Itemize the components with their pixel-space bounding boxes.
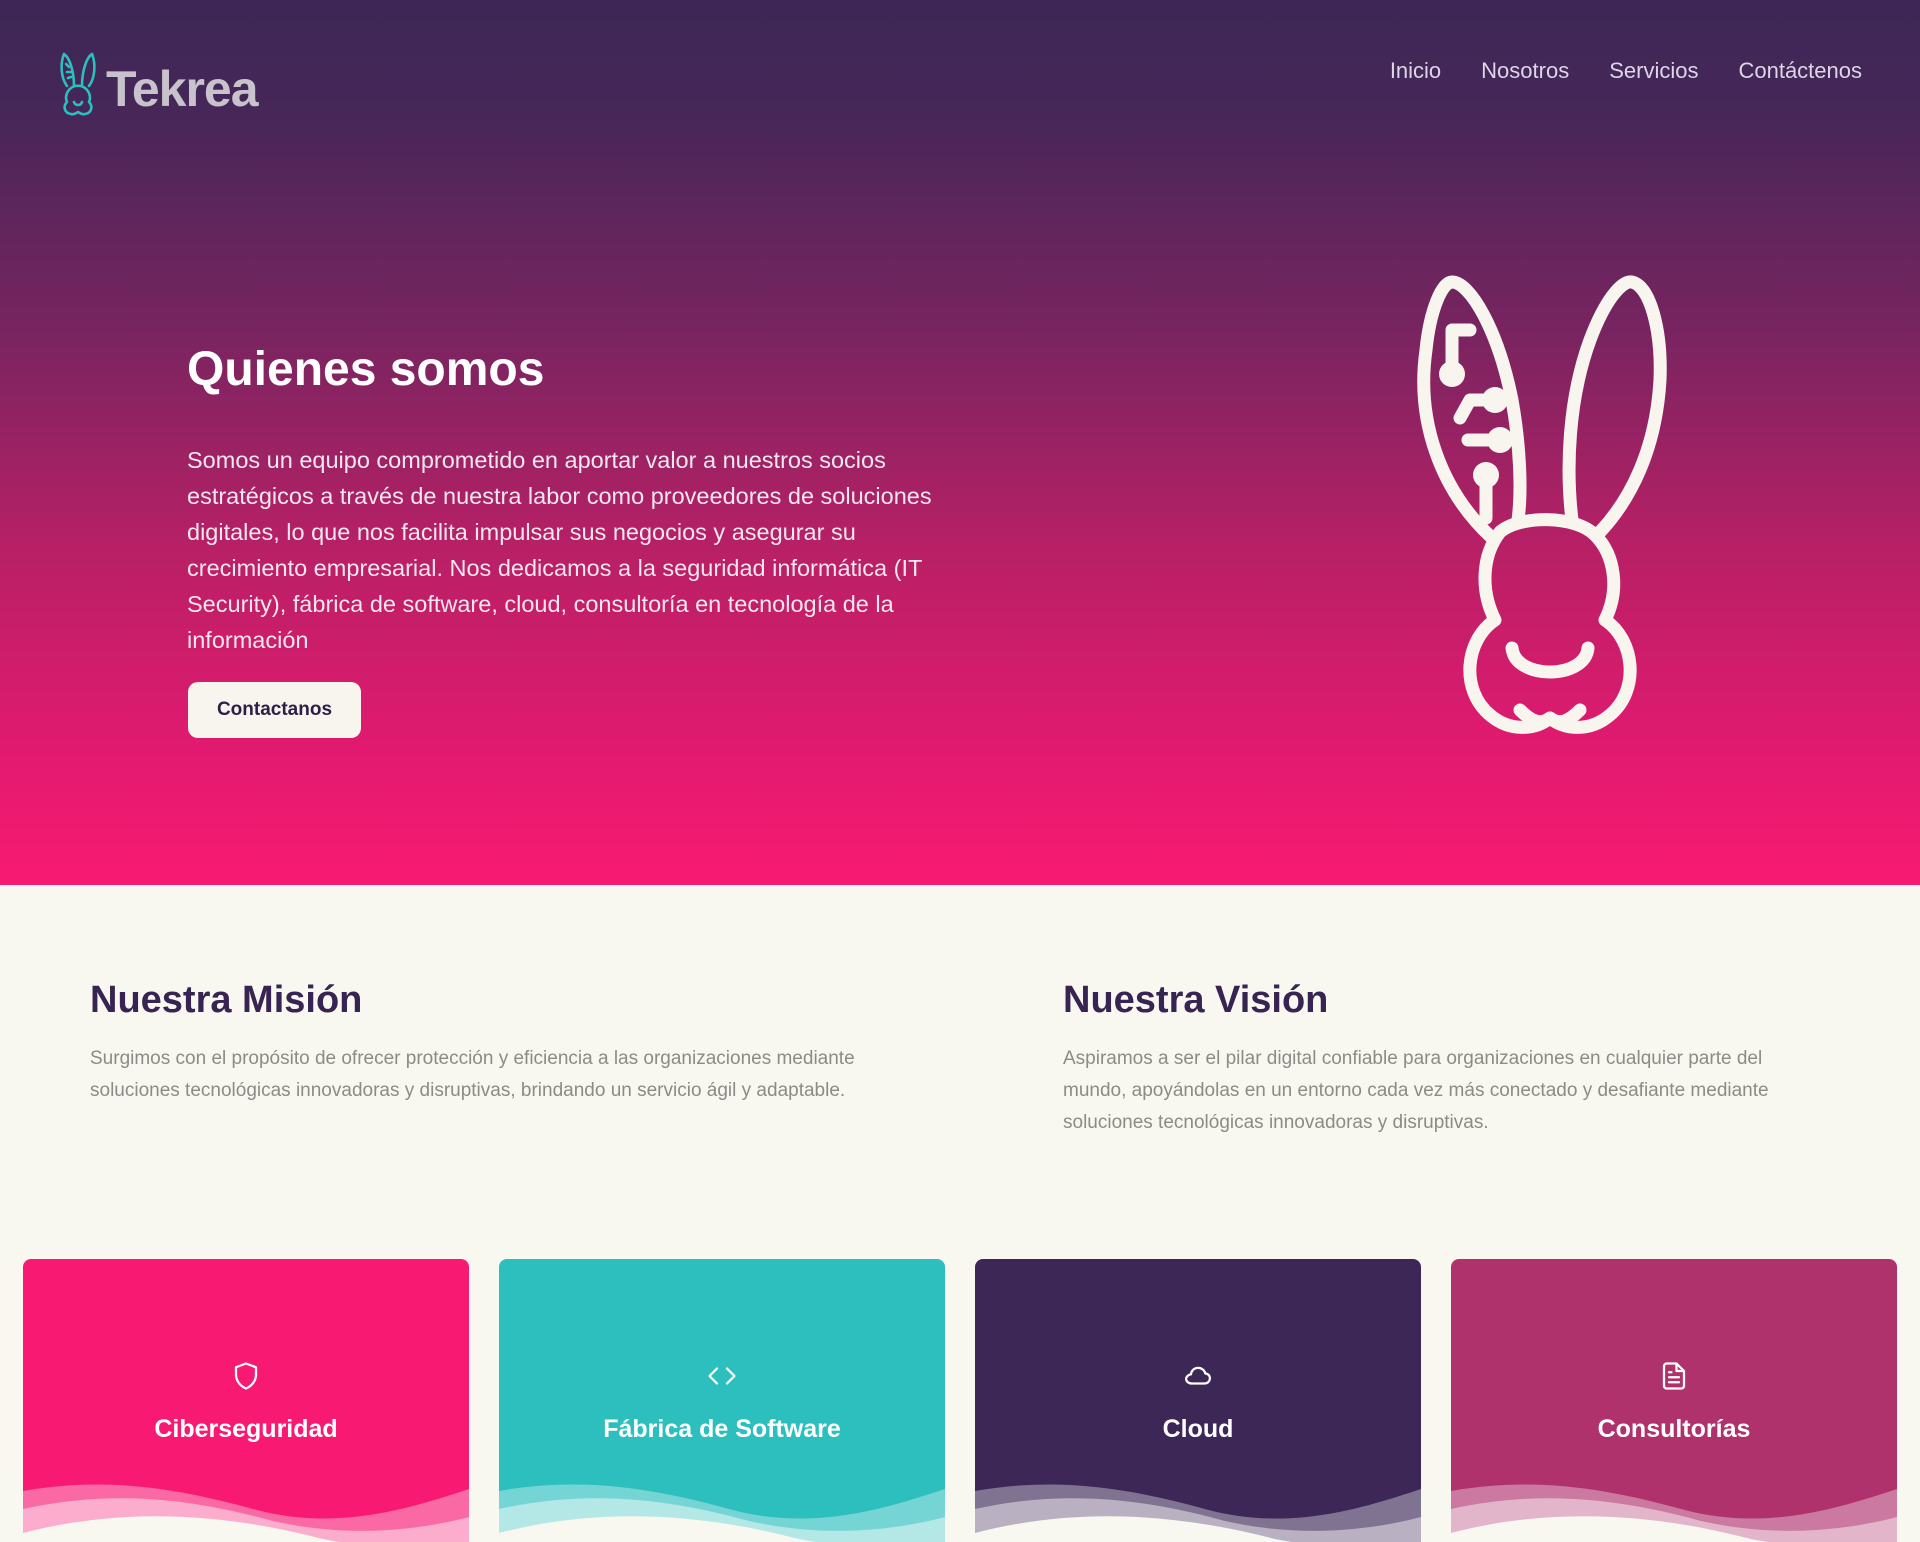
service-card-cloud[interactable]: Cloud (975, 1259, 1421, 1542)
mission-text: Surgimos con el propósito de ofrecer pro… (90, 1048, 855, 1101)
hero-section: Tekrea Inicio Nosotros Servicios Contáct… (0, 0, 1920, 885)
nav-item-contactenos[interactable]: Contáctenos (1738, 56, 1862, 86)
wave-decoration (23, 1484, 469, 1542)
vision-title: Nuestra Visión (1063, 979, 1329, 1021)
hero-description: Somos un equipo comprometido en aportar … (187, 447, 932, 653)
service-card-consultorias[interactable]: Consultorías (1451, 1259, 1897, 1542)
shield-icon (234, 1362, 258, 1390)
wave-decoration (499, 1484, 945, 1542)
nav-item-servicios[interactable]: Servicios (1609, 56, 1698, 86)
logo[interactable]: Tekrea (58, 48, 259, 118)
hero-title: Quienes somos (187, 343, 545, 396)
service-card-ciberseguridad[interactable]: Ciberseguridad (23, 1259, 469, 1542)
nav-item-inicio[interactable]: Inicio (1390, 56, 1441, 86)
wave-decoration (1451, 1484, 1897, 1542)
nav-item-nosotros[interactable]: Nosotros (1481, 56, 1569, 86)
code-icon (708, 1367, 736, 1385)
bunny-circuit-icon (60, 52, 96, 116)
contact-button[interactable]: Contactanos (188, 682, 361, 738)
service-title: Cloud (1162, 1415, 1234, 1443)
cloud-icon (1185, 1366, 1211, 1385)
mission-title: Nuestra Misión (90, 979, 363, 1021)
main-nav: Inicio Nosotros Servicios Contáctenos (1390, 56, 1862, 86)
brand-name: Tekrea (106, 61, 259, 117)
document-icon (1662, 1362, 1686, 1390)
bunny-circuit-illustration (1417, 275, 1667, 734)
vision-text: Aspiramos a ser el pilar digital confiab… (1063, 1048, 1769, 1133)
service-title: Consultorías (1597, 1415, 1751, 1443)
service-title: Ciberseguridad (154, 1415, 338, 1443)
wave-decoration (975, 1484, 1421, 1542)
service-title: Fábrica de Software (603, 1415, 841, 1443)
service-card-fabrica-software[interactable]: Fábrica de Software (499, 1259, 945, 1542)
